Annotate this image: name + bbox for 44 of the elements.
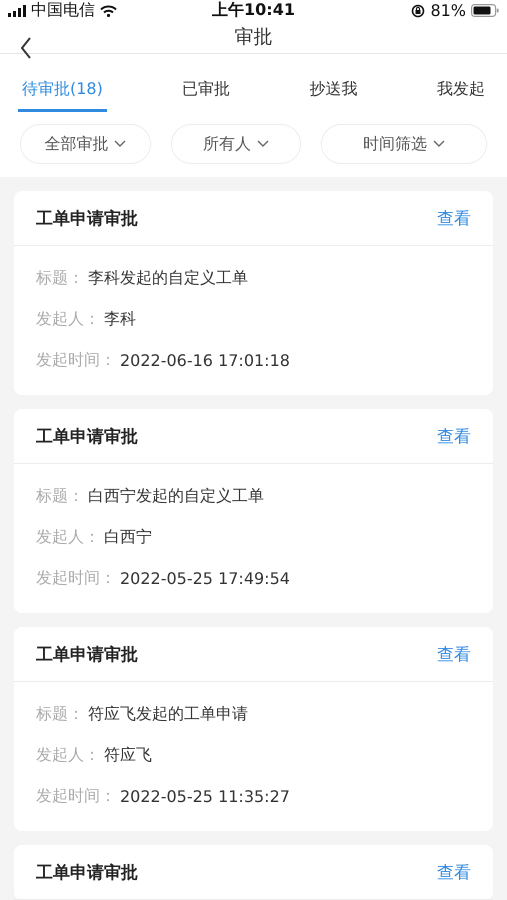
field-value: 白西宁发起的自定义工单 <box>88 486 264 507</box>
rotation-lock-icon <box>411 4 426 18</box>
field-value: 李科发起的自定义工单 <box>88 268 248 289</box>
tab[interactable]: 已审批 <box>178 72 234 112</box>
field-value: 李科 <box>104 309 136 330</box>
page-title: 审批 <box>234 25 272 50</box>
signal-icon <box>8 4 26 16</box>
card-title: 工单申请审批 <box>36 862 138 884</box>
carrier-name: 中国电信 <box>31 0 95 21</box>
field-label: 发起时间： <box>36 786 116 807</box>
filter-dropdown[interactable]: 全部审批 <box>20 124 151 164</box>
card-title: 工单申请审批 <box>36 208 138 230</box>
field-value: 符应飞发起的工单申请 <box>88 704 248 725</box>
view-link[interactable]: 查看 <box>437 424 471 448</box>
chevron-down-icon <box>433 140 446 148</box>
battery-percent: 81% <box>430 1 466 20</box>
filter-dropdown[interactable]: 所有人 <box>170 124 302 164</box>
card-title: 工单申请审批 <box>36 644 138 666</box>
field-value: 2022-05-25 11:35:27 <box>120 787 290 806</box>
chevron-down-icon <box>257 140 269 148</box>
tab[interactable]: 抄送我 <box>306 72 362 112</box>
field-label: 发起时间： <box>36 568 116 589</box>
view-link[interactable]: 查看 <box>437 642 471 666</box>
view-link[interactable]: 查看 <box>437 206 471 230</box>
field-label: 标题： <box>36 704 84 725</box>
field-value: 2022-06-16 17:01:18 <box>120 351 290 370</box>
view-link[interactable]: 查看 <box>437 860 471 884</box>
chevron-down-icon <box>114 140 126 148</box>
filter-dropdown[interactable]: 时间筛选 <box>321 124 488 164</box>
field-label: 标题： <box>36 268 84 289</box>
field-label: 发起人： <box>36 745 100 766</box>
field-value: 2022-05-25 17:49:54 <box>120 569 290 588</box>
battery-icon <box>471 4 499 17</box>
back-icon <box>20 37 32 59</box>
field-label: 发起人： <box>36 309 100 330</box>
tab[interactable]: 我发起 <box>432 72 489 112</box>
field-value: 符应飞 <box>104 745 152 766</box>
field-label: 标题： <box>36 486 84 507</box>
field-label: 发起时间： <box>36 350 116 371</box>
field-label: 发起人： <box>36 527 100 548</box>
field-value: 白西宁 <box>104 527 152 548</box>
card-title: 工单申请审批 <box>36 426 138 448</box>
wifi-icon <box>100 4 117 16</box>
status-time: 上午10:41 <box>212 0 295 21</box>
